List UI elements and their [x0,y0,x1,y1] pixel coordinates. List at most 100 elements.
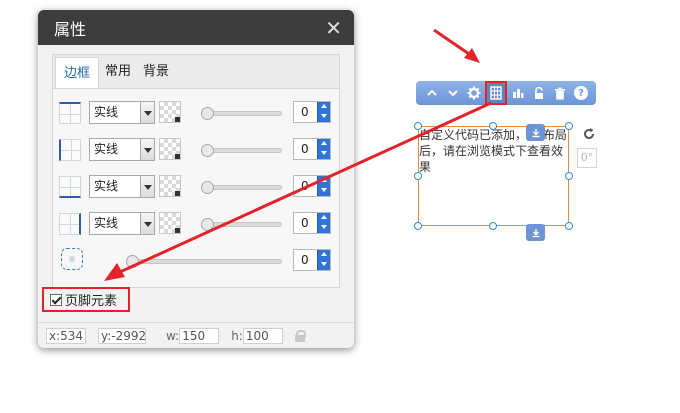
color-picker[interactable] [159,101,181,123]
color-picker[interactable] [159,212,181,234]
checkbox-checked-icon[interactable] [50,293,62,306]
slider-handle[interactable] [201,107,214,120]
coord-y: y:-2992 [98,327,146,344]
resize-handle[interactable] [565,122,573,130]
slider-handle[interactable] [201,218,214,231]
color-picker[interactable] [159,175,181,197]
border-radius-row: 0 [59,245,333,282]
select-value: 实线 [94,179,119,193]
border-width-slider[interactable] [201,181,282,194]
border-width-stepper[interactable]: 0 [293,212,331,234]
border-radius-slider[interactable] [126,255,282,268]
border-row-left: 实线 0 [59,134,333,171]
stepper-value: 0 [301,105,309,119]
resize-handle[interactable] [489,122,497,130]
trash-icon[interactable] [550,83,570,103]
slider-handle[interactable] [201,144,214,157]
coord-x: x:534 [46,327,86,344]
border-style-select[interactable]: 实线 [89,101,155,124]
h-field[interactable]: 100 [242,327,283,344]
annotation-arrow-line [433,28,473,58]
h-label: h: [231,328,243,343]
chevron-up-icon[interactable] [422,83,442,103]
gear-icon[interactable] [464,83,484,103]
resize-handle[interactable] [565,172,573,180]
border-style-select[interactable]: 实线 [89,212,155,235]
resize-handle[interactable] [565,222,573,230]
bar-chart-icon[interactable] [508,83,528,103]
border-style-select[interactable]: 实线 [89,175,155,198]
border-rows: 实线 0 实线 0 实线 0 实线 0 0 [59,97,333,282]
resize-handle[interactable] [414,222,422,230]
slider-handle[interactable] [201,181,214,194]
border-right-icon[interactable] [59,213,81,235]
layout-grid-icon[interactable] [485,81,507,105]
rotation-angle-field[interactable]: 0° [577,148,597,168]
border-width-slider[interactable] [201,144,282,157]
canvas: 属性 ✕ 边框 常用 背景 实线 0 实线 0 实线 0 实线 0 0 x:53… [0,0,680,413]
stepper-value: 0 [301,142,309,156]
coordinates-bar: x:534 y:-2992 w: 150 h: 100 [38,322,354,348]
help-icon[interactable]: ? [571,83,591,103]
custom-code-element[interactable]: 自定义代码已添加， 排布局后，请在浏览模式下查看效果 [418,126,569,226]
border-left-icon[interactable] [59,139,81,161]
spinner-icon[interactable] [317,250,330,270]
select-value: 实线 [94,216,119,230]
chevron-down-icon[interactable] [140,102,154,123]
panel-title: 属性 [54,19,87,39]
chevron-down-icon[interactable] [140,176,154,197]
w-label: w: [166,328,180,343]
close-icon[interactable]: ✕ [325,18,342,38]
element-toolbar: ? [416,81,596,105]
border-row-right: 实线 0 [59,208,333,245]
border-style-select[interactable]: 实线 [89,138,155,161]
spinner-icon[interactable] [317,139,330,159]
stepper-value: 0 [301,179,309,193]
tabs-area: 边框 常用 背景 实线 0 实线 0 实线 0 实线 0 0 [52,54,340,288]
border-radius-icon [61,248,83,270]
border-radius-stepper[interactable]: 0 [293,249,331,271]
resize-handle[interactable] [414,172,422,180]
border-width-stepper[interactable]: 0 [293,138,331,160]
panel-header: 属性 ✕ [38,10,354,45]
tab-border[interactable]: 边框 [55,57,100,88]
x-field[interactable]: x:534 [46,327,86,344]
lock-icon[interactable] [294,329,306,342]
tab-background[interactable]: 背景 [137,55,175,88]
spinner-icon[interactable] [317,176,330,196]
chevron-down-icon[interactable] [140,139,154,160]
border-top-icon[interactable] [59,102,81,124]
border-row-bottom: 实线 0 [59,171,333,208]
chevron-down-icon[interactable] [443,83,463,103]
spinner-icon[interactable] [317,213,330,233]
rotate-icon[interactable] [582,127,596,141]
footer-element-checkbox[interactable]: 页脚元素 [42,287,130,312]
y-field[interactable]: y:-2992 [98,327,146,344]
spinner-icon[interactable] [317,102,330,122]
stepper-value: 0 [301,216,309,230]
border-width-stepper[interactable]: 0 [293,101,331,123]
border-width-slider[interactable] [201,107,282,120]
unlock-icon[interactable] [529,83,549,103]
tab-common[interactable]: 常用 [99,55,137,88]
stepper-value: 0 [301,253,309,267]
download-icon[interactable] [526,224,545,241]
resize-handle[interactable] [414,122,422,130]
coord-w: w: 150 [166,327,220,344]
download-icon[interactable] [526,124,545,141]
border-width-slider[interactable] [201,218,282,231]
coord-h: h: 100 [231,327,283,344]
color-picker[interactable] [159,138,181,160]
w-field[interactable]: 150 [179,327,220,344]
element-text: 自定义代码已添加， 排布局后，请在浏览模式下查看效果 [419,128,567,174]
chevron-down-icon[interactable] [140,213,154,234]
border-bottom-icon[interactable] [59,176,81,198]
select-value: 实线 [94,105,119,119]
footer-element-label: 页脚元素 [65,294,118,309]
tab-bar: 边框 常用 背景 [53,55,339,89]
border-width-stepper[interactable]: 0 [293,175,331,197]
border-row-top: 实线 0 [59,97,333,134]
slider-handle[interactable] [126,255,139,268]
resize-handle[interactable] [489,222,497,230]
select-value: 实线 [94,142,119,156]
